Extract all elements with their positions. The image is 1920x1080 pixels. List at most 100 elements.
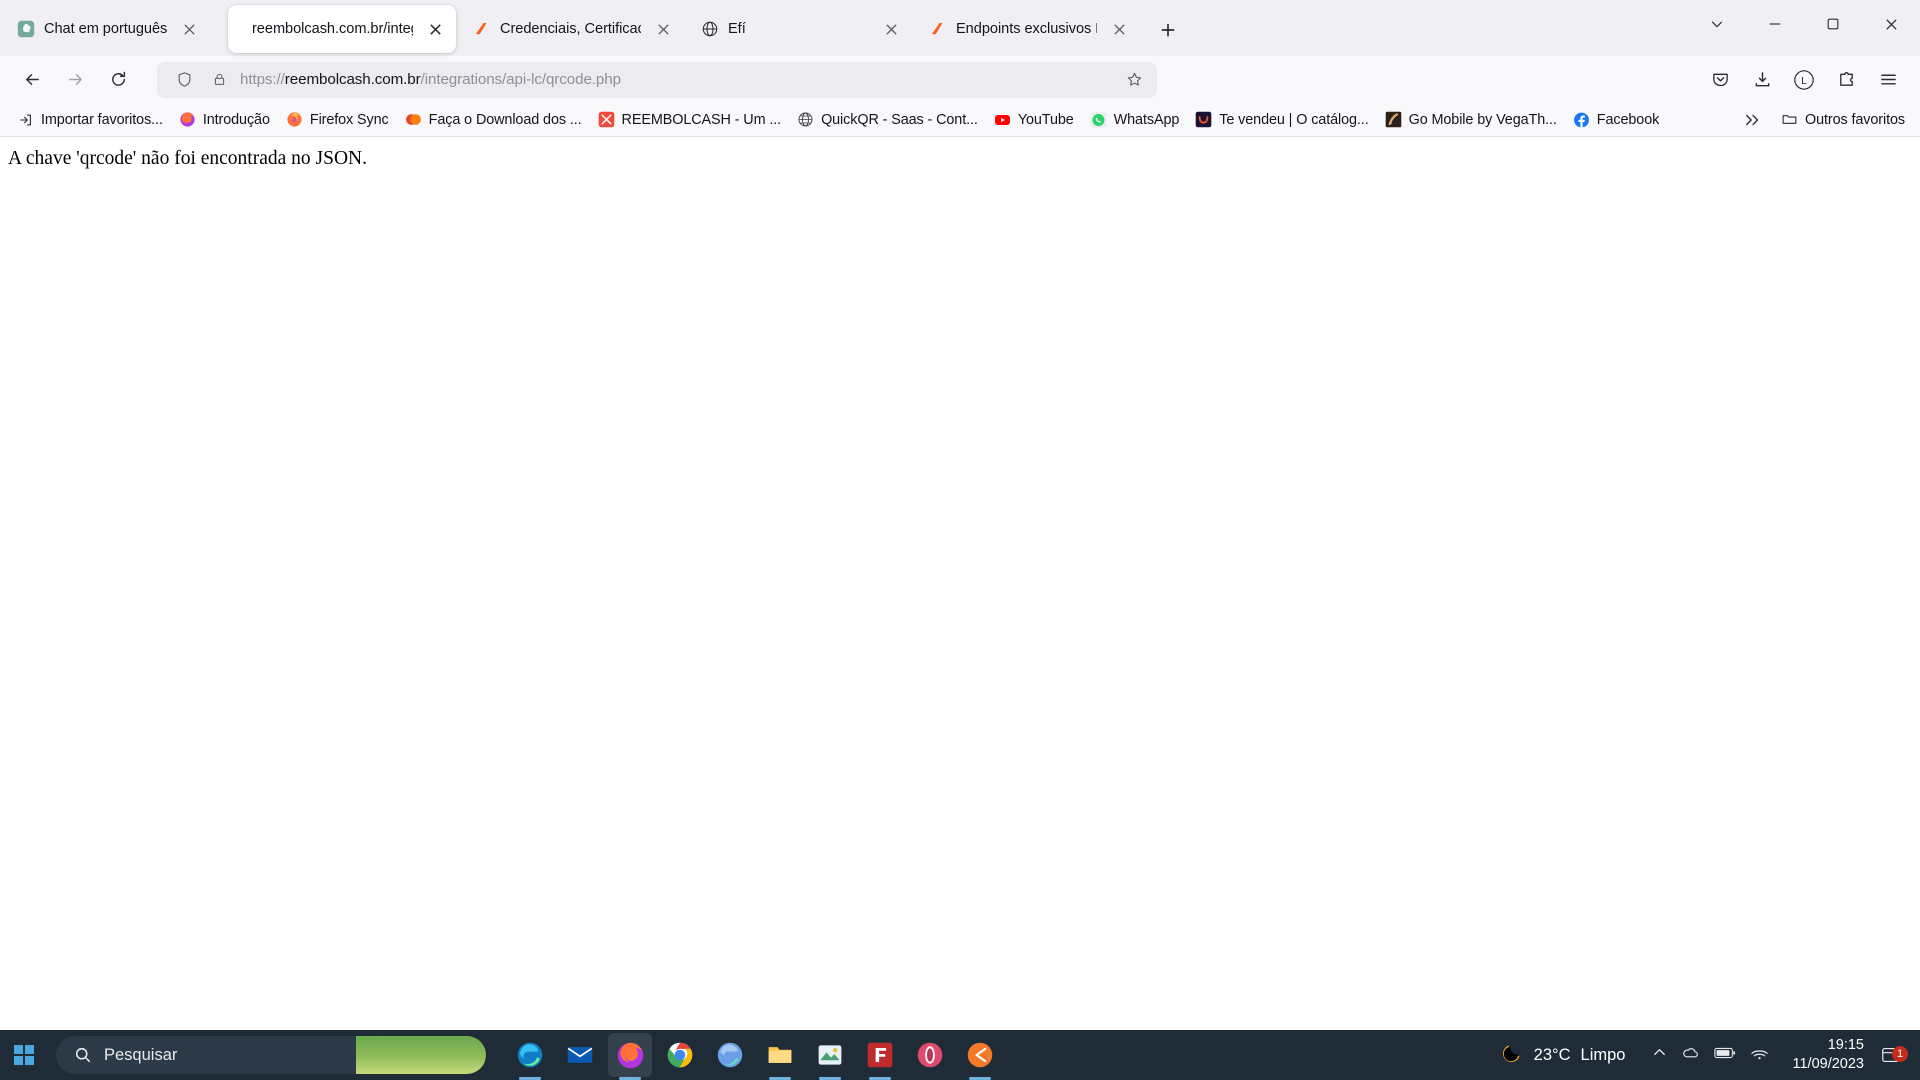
bookmark-reembolcash[interactable]: REEMBOLCASH - Um ... <box>591 107 789 132</box>
minimize-button[interactable] <box>1746 0 1804 48</box>
network-icon[interactable] <box>1750 1045 1769 1066</box>
close-window-button[interactable] <box>1862 0 1920 48</box>
tab-close-icon[interactable] <box>176 16 202 42</box>
bookmark-label: Faça o Download dos ... <box>428 111 582 128</box>
clock-date: 11/09/2023 <box>1792 1056 1865 1072</box>
tab-chat-em-portugues[interactable]: Chat em português <box>0 5 228 53</box>
globe-icon <box>700 20 719 39</box>
taskbar-app-buttons <box>508 1033 1002 1077</box>
bookmark-importar-favoritos[interactable]: Importar favoritos... <box>10 107 170 132</box>
bookmark-go-mobile[interactable]: Go Mobile by VegaTh... <box>1378 107 1564 132</box>
tab-efi[interactable]: Efí <box>684 5 912 53</box>
bookmarks-toolbar: Importar favoritos... Introdução Firefox… <box>0 103 1920 137</box>
taskbar-app-firefox[interactable] <box>608 1033 652 1077</box>
bookmark-label: Importar favoritos... <box>41 111 163 128</box>
notification-badge: 1 <box>1892 1046 1908 1062</box>
tab-reembolcash-qrcode[interactable]: reembolcash.com.br/integrations/api-lc/q… <box>228 5 456 53</box>
taskbar-app-google-chrome[interactable] <box>658 1033 702 1077</box>
chatgpt-icon <box>16 20 35 39</box>
account-avatar[interactable]: L <box>1784 61 1824 99</box>
taskbar-app-microsoft-edge-dev[interactable] <box>708 1033 752 1077</box>
lock-icon[interactable] <box>207 68 231 92</box>
weather-temperature: 23°C <box>1533 1045 1571 1064</box>
taskbar-app-sublime-text[interactable] <box>958 1033 1002 1077</box>
battery-icon[interactable] <box>1713 1046 1736 1065</box>
bookmark-star-icon[interactable] <box>1120 66 1148 94</box>
bookmark-label: Facebook <box>1596 111 1660 128</box>
search-placeholder-label: Pesquisar <box>104 1045 178 1064</box>
bookmark-label: YouTube <box>1017 111 1074 128</box>
taskbar-app-filezilla[interactable] <box>858 1033 902 1077</box>
downloads-icon[interactable] <box>1742 61 1782 99</box>
bookmark-label: Introdução <box>202 111 270 128</box>
bookmark-faca-download[interactable]: Faça o Download dos ... <box>398 107 589 132</box>
weather-condition: Limpo <box>1580 1045 1626 1064</box>
tab-close-icon[interactable] <box>1106 16 1132 42</box>
tab-close-icon[interactable] <box>878 16 904 42</box>
shield-icon[interactable] <box>170 66 198 94</box>
page-content: A chave 'qrcode' não foi encontrada no J… <box>0 137 1920 1030</box>
globe-icon <box>797 111 814 128</box>
efi-icon <box>472 20 491 39</box>
orange-dot-icon <box>405 111 422 128</box>
taskbar-weather-widget[interactable]: 23°C Limpo <box>1486 1041 1640 1070</box>
bookmarks-overflow-button[interactable] <box>1736 108 1770 132</box>
import-icon <box>17 111 34 128</box>
taskbar-search-box[interactable]: Pesquisar <box>56 1036 486 1074</box>
search-icon <box>75 1047 91 1063</box>
extensions-icon[interactable] <box>1826 61 1866 99</box>
tab-label: Chat em português <box>44 21 168 37</box>
app-menu-button[interactable] <box>1868 61 1908 99</box>
taskbar-app-file-explorer[interactable] <box>758 1033 802 1077</box>
tab-credenciais-certificado[interactable]: Credenciais, Certificado e Autorização <box>456 5 684 53</box>
efi-icon <box>928 20 947 39</box>
folder-icon <box>1781 111 1798 128</box>
new-tab-button[interactable] <box>1148 10 1188 50</box>
bookmark-whatsapp[interactable]: WhatsApp <box>1083 107 1187 132</box>
tab-label: Endpoints exclusivos Efí | Documentação <box>956 21 1097 37</box>
tray-expand-chevron-icon[interactable] <box>1652 1045 1667 1065</box>
pocket-icon[interactable] <box>1700 61 1740 99</box>
taskbar-app-microsoft-edge[interactable] <box>508 1033 552 1077</box>
bookmark-youtube[interactable]: YouTube <box>987 107 1081 132</box>
toolbar-right-actions: L <box>1700 61 1908 99</box>
bookmark-label: WhatsApp <box>1113 111 1180 128</box>
tab-close-icon[interactable] <box>422 16 448 42</box>
notification-center-button[interactable]: 1 <box>1876 1044 1912 1066</box>
bookmark-firefox-sync[interactable]: Firefox Sync <box>279 107 396 132</box>
taskbar-app-image-viewer[interactable] <box>808 1033 852 1077</box>
url-text[interactable]: https://reembolcash.com.br/integrations/… <box>240 71 1111 88</box>
onedrive-icon[interactable] <box>1681 1043 1700 1067</box>
taskbar-clock[interactable]: 19:15 11/09/2023 <box>1781 1036 1877 1073</box>
list-all-tabs-button[interactable] <box>1688 0 1746 48</box>
start-button[interactable] <box>0 1030 48 1080</box>
reload-button[interactable] <box>98 61 138 99</box>
tab-endpoints-exclusivos-efi[interactable]: Endpoints exclusivos Efí | Documentação <box>912 5 1140 53</box>
firefox-browser-window: Chat em português reembolcash.com.br/int… <box>0 0 1920 1030</box>
bookmark-facebook[interactable]: Facebook <box>1566 107 1666 132</box>
tevendeu-icon <box>1195 111 1212 128</box>
bookmark-te-vendeu[interactable]: Te vendeu | O catálog... <box>1188 107 1375 132</box>
reembolcash-icon <box>598 111 615 128</box>
taskbar-right-area: 23°C Limpo 19:15 11/09/2023 1 <box>1486 1036 1920 1073</box>
clock-time: 19:15 <box>1827 1037 1864 1054</box>
bookmark-folder-outros-favoritos[interactable]: Outros favoritos <box>1774 107 1912 132</box>
taskbar-app-mail[interactable] <box>558 1033 602 1077</box>
taskbar-app-opera-gx[interactable] <box>908 1033 952 1077</box>
bookmark-folder-label: Outros favoritos <box>1805 111 1905 128</box>
whatsapp-icon <box>1090 111 1107 128</box>
bookmark-label: QuickQR - Saas - Cont... <box>821 111 978 128</box>
bookmarks-right-group: Outros favoritos <box>1736 107 1912 132</box>
bookmark-introducao[interactable]: Introdução <box>172 107 277 132</box>
facebook-icon <box>1573 111 1590 128</box>
address-bar[interactable]: https://reembolcash.com.br/integrations/… <box>157 61 1157 98</box>
url-host: reembolcash.com.br <box>284 71 421 88</box>
taskbar-system-tray <box>1640 1043 1781 1067</box>
error-message-text: A chave 'qrcode' não foi encontrada no J… <box>8 148 367 169</box>
bookmark-label: Te vendeu | O catálog... <box>1219 111 1369 128</box>
tab-close-icon[interactable] <box>650 16 676 42</box>
forward-button[interactable] <box>55 61 95 99</box>
bookmark-quickqr[interactable]: QuickQR - Saas - Cont... <box>790 107 985 132</box>
back-button[interactable] <box>12 61 52 99</box>
maximize-button[interactable] <box>1804 0 1862 48</box>
